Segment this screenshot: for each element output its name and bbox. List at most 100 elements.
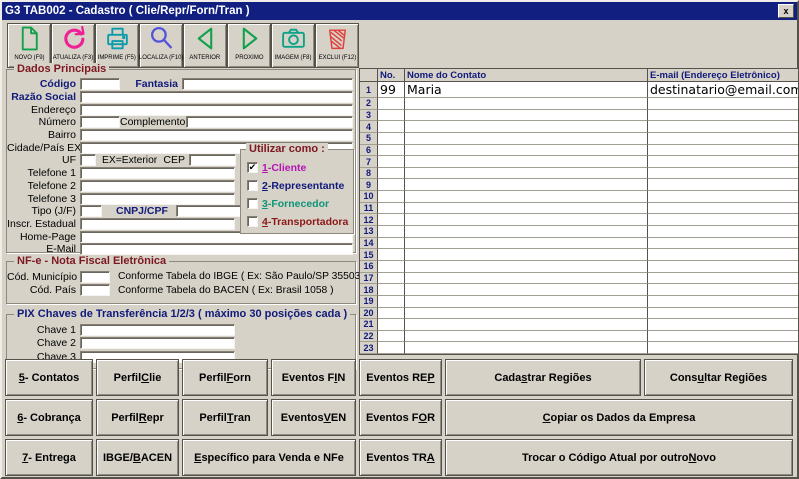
copiar-dados-button[interactable]: Copiar os Dados da Empresa: [445, 399, 793, 436]
numero-input[interactable]: [80, 116, 120, 128]
row-number: 11: [360, 203, 378, 215]
printer-icon: [104, 25, 131, 52]
contact-name: [405, 296, 648, 308]
contact-row[interactable]: 3: [360, 110, 798, 122]
contacts-table: No. Nome do Contato E-mail (Endereço Ele…: [359, 68, 799, 355]
row-number: 18: [360, 284, 378, 296]
eventos-fin-button[interactable]: Eventos FIN: [271, 359, 356, 396]
contatos-button[interactable]: 5 - Contatos: [5, 359, 93, 396]
uf-input[interactable]: [80, 154, 96, 166]
complemento-input[interactable]: [186, 116, 353, 128]
imprime-button[interactable]: IMPRIME (F5): [95, 23, 139, 68]
contact-row[interactable]: 15: [360, 249, 798, 261]
especifico-venda-nfe-button[interactable]: Específico para Venda e NFe: [182, 439, 356, 476]
contact-row[interactable]: 18: [360, 284, 798, 296]
anterior-button[interactable]: ANTERIOR: [183, 23, 227, 68]
tipo-input[interactable]: [80, 205, 102, 217]
chave1-input[interactable]: [80, 324, 235, 336]
inscr-estadual-input[interactable]: [80, 218, 235, 230]
contact-row[interactable]: 16: [360, 261, 798, 273]
consultar-regioes-button[interactable]: Consultar Regiões: [644, 359, 793, 396]
contact-row[interactable]: 7: [360, 156, 798, 168]
cod-municipio-input[interactable]: [80, 271, 110, 283]
checkbox-representante[interactable]: ✔ 2-Representante: [247, 177, 353, 194]
novo-button[interactable]: NOVO (F9): [7, 23, 51, 68]
contact-no: [378, 273, 405, 285]
telefone1-input[interactable]: [80, 167, 235, 179]
row-number: 3: [360, 110, 378, 122]
razao-social-input[interactable]: [80, 91, 353, 103]
contact-name: [405, 214, 648, 226]
contact-row[interactable]: 21: [360, 319, 798, 331]
contact-name: [405, 179, 648, 191]
bairro-input[interactable]: [80, 129, 353, 141]
checkbox-transportadora[interactable]: ✔ 4-Transportadora: [247, 213, 353, 230]
contact-row[interactable]: 20: [360, 308, 798, 320]
contact-row[interactable]: 199Mariadestinatario@email.com: [360, 82, 798, 98]
telefone3-label: Telefone 3: [7, 193, 80, 205]
contact-email: [648, 249, 798, 261]
contact-row[interactable]: 9: [360, 179, 798, 191]
exclui-button[interactable]: EXCLUI (F12): [315, 23, 359, 68]
contact-row[interactable]: 19: [360, 296, 798, 308]
contact-name: [405, 261, 648, 273]
proximo-button[interactable]: PROXIMO: [227, 23, 271, 68]
perfil-repr-button[interactable]: Perfil Repr: [96, 399, 179, 436]
eventos-ven-button[interactable]: Eventos VEN: [271, 399, 356, 436]
cep-input[interactable]: [189, 154, 236, 166]
contact-email: [648, 168, 798, 180]
perfil-tran-button[interactable]: Perfil Tran: [182, 399, 268, 436]
codigo-input[interactable]: [80, 78, 120, 90]
contact-no: [378, 342, 405, 354]
contact-row[interactable]: 8: [360, 168, 798, 180]
cobranca-button[interactable]: 6 - Cobrança: [5, 399, 93, 436]
contact-row[interactable]: 22: [360, 331, 798, 343]
imagem-button[interactable]: IMAGEM (F8): [271, 23, 315, 68]
checkbox-fornecedor[interactable]: ✔ 3-Fornecedor: [247, 195, 353, 212]
entrega-button[interactable]: 7 - Entrega: [5, 439, 93, 476]
close-button[interactable]: x: [778, 4, 794, 18]
checkbox-box[interactable]: ✔: [247, 198, 258, 209]
cidade-pais-label: Cidade/País EX: [7, 142, 80, 154]
cod-pais-input[interactable]: [80, 284, 110, 296]
contact-row[interactable]: 11: [360, 203, 798, 215]
header-email: E-mail (Endereço Eletrônico): [648, 69, 798, 82]
contact-row[interactable]: 6: [360, 145, 798, 157]
ibge-bacen-button[interactable]: IBGE/BACEN: [96, 439, 179, 476]
contact-email: [648, 296, 798, 308]
eventos-tra-button[interactable]: Eventos TRA: [359, 439, 442, 476]
perfil-forn-button[interactable]: Perfil Forn: [182, 359, 268, 396]
telefone3-input[interactable]: [80, 193, 235, 205]
email-input[interactable]: [80, 243, 353, 255]
checkbox-box[interactable]: ✔: [247, 162, 258, 173]
contact-row[interactable]: 5: [360, 133, 798, 145]
contact-row[interactable]: 14: [360, 238, 798, 250]
checkbox-cliente[interactable]: ✔ 1-Cliente: [247, 159, 353, 176]
atualiza-button[interactable]: ATUALIZA (F3): [51, 23, 95, 68]
eventos-rep-button[interactable]: Eventos REP: [359, 359, 442, 396]
localiza-button[interactable]: LOCALIZA (F10): [139, 23, 183, 68]
cnpj-cpf-input[interactable]: [176, 205, 248, 217]
dados-principais-group: Dados Principais Código Fantasia Razão S…: [6, 69, 356, 253]
chave2-input[interactable]: [80, 337, 235, 349]
eventos-for-button[interactable]: Eventos FOR: [359, 399, 442, 436]
contact-row[interactable]: 4: [360, 121, 798, 133]
trocar-codigo-button[interactable]: Trocar o Código Atual por outro Novo: [445, 439, 793, 476]
contact-row[interactable]: 13: [360, 226, 798, 238]
checkbox-box[interactable]: ✔: [247, 180, 258, 191]
contact-row[interactable]: 10: [360, 191, 798, 203]
perfil-clie-button[interactable]: Perfil Clie: [96, 359, 179, 396]
nfe-group: NF-e - Nota Fiscal Eletrônica Cód. Munic…: [6, 261, 356, 304]
telefone2-input[interactable]: [80, 180, 235, 192]
checkbox-box[interactable]: ✔: [247, 216, 258, 227]
contact-row[interactable]: 23: [360, 342, 798, 354]
contact-row[interactable]: 12: [360, 214, 798, 226]
contact-row[interactable]: 2: [360, 98, 798, 110]
endereco-input[interactable]: [80, 104, 353, 116]
endereco-label: Endereço: [7, 104, 80, 116]
contact-row[interactable]: 17: [360, 273, 798, 285]
row-number: 6: [360, 145, 378, 157]
cadastrar-regioes-button[interactable]: Cadastrar Regiões: [445, 359, 641, 396]
fantasia-input[interactable]: [182, 78, 353, 90]
contact-name: [405, 284, 648, 296]
